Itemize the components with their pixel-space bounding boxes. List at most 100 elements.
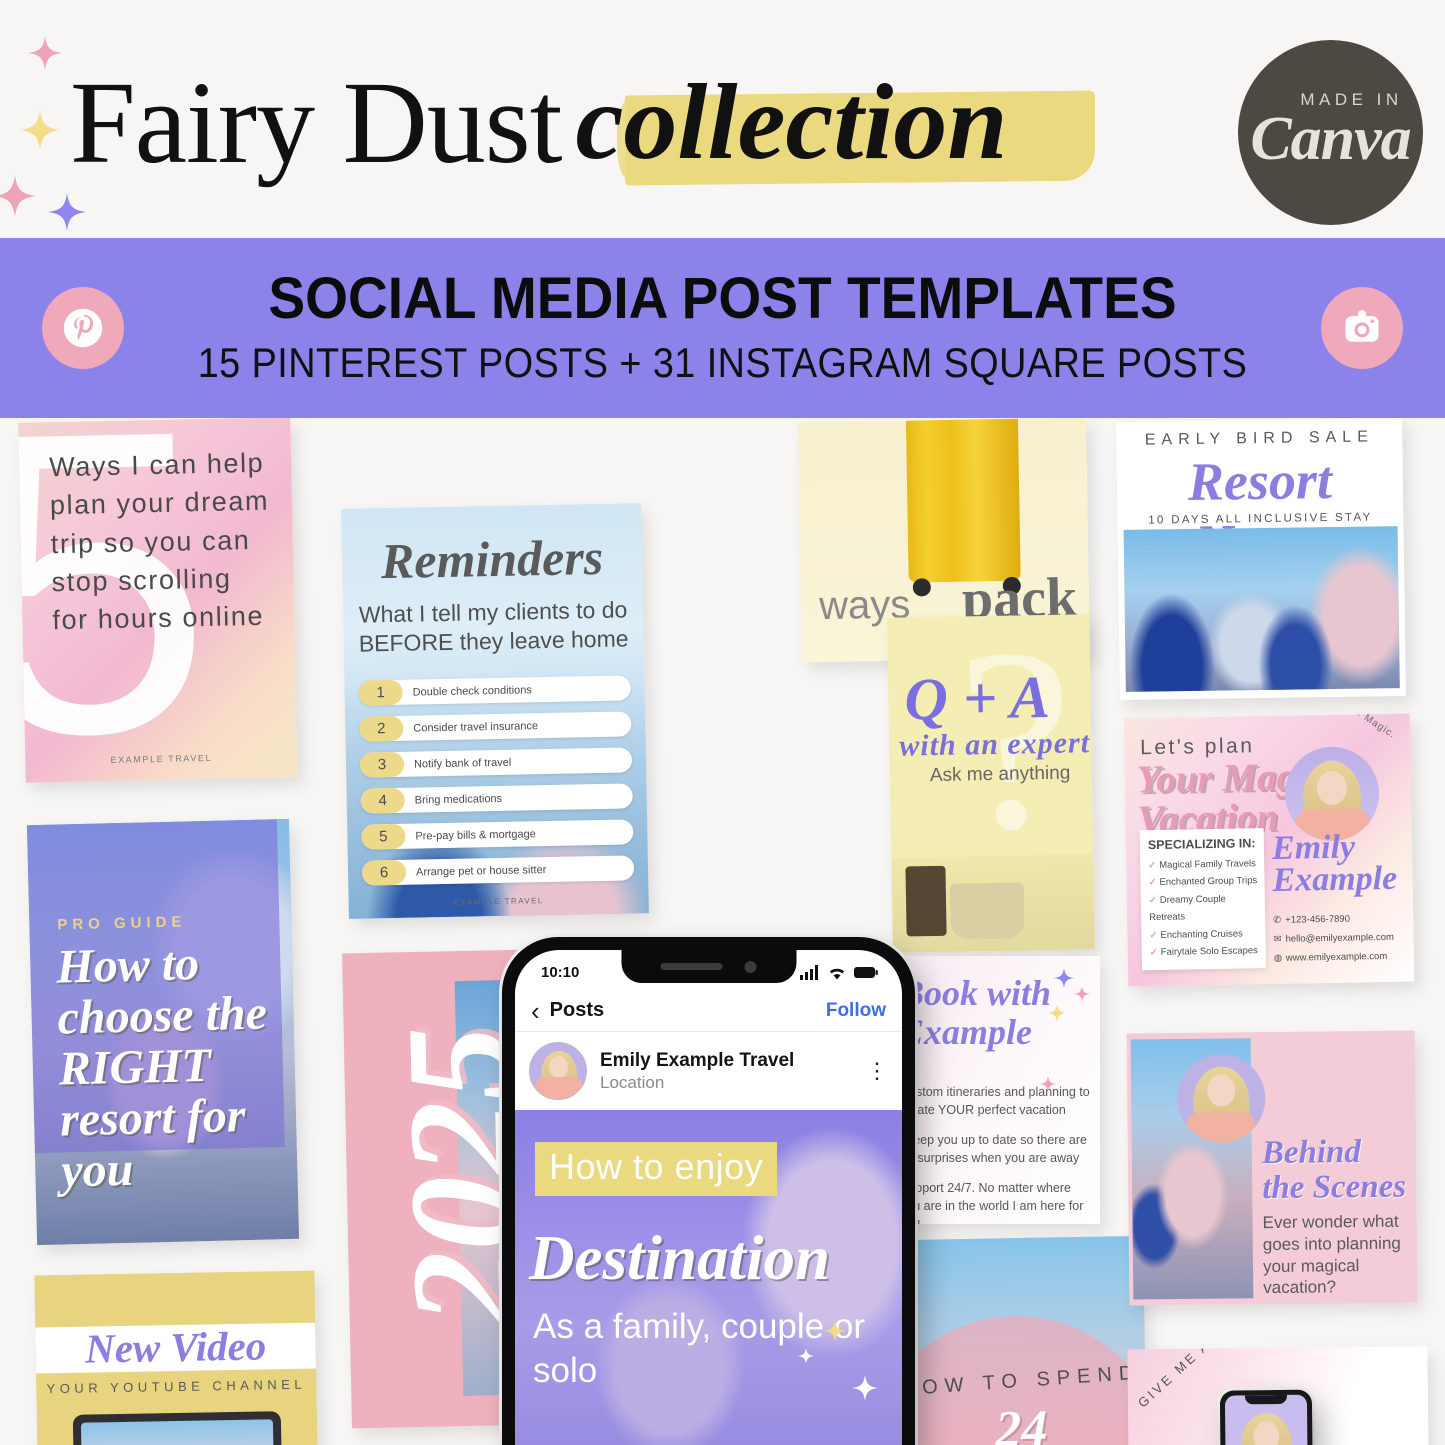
- item-number: 3: [359, 751, 405, 778]
- magical-contact: ✆ +123-456-7890 ✉ hello@emilyexample.com ◍…: [1273, 909, 1394, 968]
- template-card-24-hours[interactable]: HOW TO SPEND 24 HOURS: [893, 1235, 1147, 1445]
- specializing-list: SPECIALIZING IN: ✓ Magical Family Travels…: [1139, 827, 1267, 971]
- check-icon: ✓: [1149, 929, 1158, 941]
- post-location[interactable]: Location: [600, 1073, 794, 1093]
- made-in-canva-badge: MADE IN Canva: [1238, 40, 1423, 225]
- item-text: Bring medications: [414, 792, 503, 807]
- more-options-icon[interactable]: ⋮: [866, 1060, 888, 1082]
- sparkle-yellow-icon: [1048, 1004, 1066, 1022]
- template-card-behind-scenes[interactable]: Behind the Scenes Ever wonder what goes …: [1126, 1030, 1418, 1306]
- item-number: 1: [358, 679, 403, 706]
- template-card-qa[interactable]: ? Q + A with an expert Ask me anything: [887, 614, 1095, 953]
- template-card-magical-vacation[interactable]: Let's plan Your Magical Vacation Dream. …: [1123, 713, 1415, 987]
- template-card-five-ways[interactable]: 5 Ways I can help plan your dream trip s…: [18, 418, 298, 783]
- template-card-give-call[interactable]: GIVE ME A CALL: [1127, 1346, 1429, 1445]
- sparkle-purple-icon: [1054, 968, 1074, 988]
- item-number: 4: [360, 787, 405, 814]
- coffee-photo: [891, 854, 1095, 953]
- template-card-new-video[interactable]: New Video YOUR YOUTUBE CHANNEL: [34, 1270, 318, 1445]
- laptop-mockup: [72, 1411, 283, 1445]
- book-with-line1: Book with: [900, 973, 1052, 1013]
- sparkle-yellow-icon: [824, 1320, 846, 1342]
- sparkle-pink-icon: [1074, 986, 1090, 1002]
- coffee-mug: [949, 882, 1025, 940]
- phone-mockup-small: [1219, 1389, 1314, 1445]
- post-navbar: ‹ Posts Follow: [515, 990, 902, 1032]
- phone-notch: [621, 950, 796, 983]
- list-item: 6 Arrange pet or house sitter: [361, 855, 635, 886]
- post-image: How to enjoy Destination As a family, co…: [515, 1110, 902, 1445]
- contact-phone: +123-456-7890: [1285, 913, 1351, 926]
- follow-button[interactable]: Follow: [826, 1000, 886, 1022]
- page-title: Posts: [549, 999, 605, 1021]
- post-subtitle-text: As a family, couple or solo: [533, 1307, 865, 1390]
- reminders-title: Reminders: [380, 528, 604, 590]
- sparkle-pink-2-icon: [0, 175, 36, 217]
- avatar: [1284, 746, 1380, 842]
- sparkle-pink-2-icon: [1040, 1076, 1056, 1092]
- behind-scenes-title: Behind the Scenes: [1261, 1134, 1407, 1206]
- phone-icon: ✆: [1273, 914, 1282, 926]
- check-icon: ✓: [1148, 859, 1157, 871]
- qa-subtitle: with an expert: [899, 726, 1091, 763]
- page-header: Fairy Dust collection MADE IN Canva: [0, 0, 1445, 238]
- item-text: Notify bank of travel: [413, 756, 512, 771]
- item-number: 5: [361, 823, 406, 850]
- resort-castle-photo: [1123, 526, 1400, 692]
- avatar: [1176, 1054, 1266, 1143]
- resort-eyebrow: EARLY BIRD SALE: [1144, 428, 1374, 449]
- template-card-resort[interactable]: EARLY BIRD SALE Resort Name 10 DAYS ALL …: [1116, 418, 1406, 700]
- magical-agent-name: Emily Example: [1271, 828, 1398, 900]
- sparkle-yellow-icon: [20, 110, 60, 150]
- item-number: 2: [359, 715, 404, 742]
- book-with-title: Book with Example: [900, 974, 1051, 1052]
- status-time: 10:10: [541, 963, 580, 981]
- coffee-glass: [905, 865, 947, 937]
- reminders-list: 1 Double check conditions 2 Consider trave…: [358, 675, 635, 896]
- sparkle-purple-icon: [48, 193, 86, 231]
- back-button[interactable]: ‹: [531, 998, 540, 1024]
- phone-screen: 10:10 ‹ Posts Follow Emily Example Trave…: [515, 950, 902, 1445]
- five-ways-text: Ways I can help plan your dream trip so …: [48, 447, 270, 636]
- check-icon: ✓: [1148, 894, 1157, 906]
- contact-email: hello@emilyexample.com: [1285, 931, 1395, 945]
- post-author-name[interactable]: Emily Example Travel: [600, 1050, 794, 1072]
- title-fairy-dust: Fairy Dust: [70, 57, 562, 188]
- front-camera-icon: [744, 960, 757, 973]
- list-item: 4 Bring medications: [360, 783, 633, 814]
- list-item: 1 Double check conditions: [358, 675, 631, 706]
- list-item: 2 Consider travel insurance: [359, 711, 632, 742]
- spec-item: ✓ Fairytale Solo Escapes: [1149, 945, 1259, 959]
- new-video-subtitle: YOUR YOUTUBE CHANNEL: [46, 1376, 307, 1397]
- speaker-grille-icon: [660, 963, 723, 970]
- qa-title: Q + A: [903, 663, 1051, 733]
- spec-item: ✓ Enchanted Group Trips: [1148, 875, 1258, 889]
- battery-icon: [854, 966, 878, 978]
- contact-website: www.emilyexample.com: [1285, 950, 1388, 964]
- post-highlight-text: How to enjoy: [535, 1142, 778, 1196]
- template-card-reminders[interactable]: Reminders What I tell my clients to do B…: [341, 503, 649, 919]
- canva-wordmark: Canva: [1250, 105, 1411, 173]
- magical-tagline: Dream. Plan. Magic.: [1300, 714, 1398, 741]
- item-text: Consider travel insurance: [413, 719, 539, 735]
- signal-icon: [800, 964, 818, 980]
- sparkle-white-2-icon: [798, 1348, 814, 1364]
- title-collection: collection: [575, 63, 1008, 182]
- collection-title: Fairy Dust collection: [70, 48, 1230, 198]
- 24-hours-number: 24: [994, 1400, 1048, 1445]
- book-with-p3: Support 24/7. No matter where you are in…: [900, 1181, 1084, 1224]
- template-card-pro-guide[interactable]: PRO GUIDE How to choose the RIGHT resort…: [26, 818, 300, 1246]
- pro-guide-eyebrow: PRO GUIDE: [57, 913, 187, 934]
- avatar[interactable]: [529, 1042, 587, 1100]
- item-number: 6: [361, 859, 407, 886]
- mail-icon: ✉: [1273, 933, 1282, 945]
- item-text: Arrange pet or house sitter: [415, 863, 547, 879]
- instagram-badge[interactable]: [1321, 287, 1403, 369]
- book-with-line2: Example: [900, 1011, 1032, 1052]
- check-icon: ✓: [1149, 947, 1158, 959]
- spec-item: ✓ Dreamy Couple Retreats: [1148, 893, 1226, 924]
- templates-board: 5 Ways I can help plan your dream trip s…: [0, 418, 1445, 1445]
- phone-mockup: 10:10 ‹ Posts Follow Emily Example Trave…: [502, 937, 915, 1445]
- book-with-body: Custom itineraries and planning to creat…: [900, 1084, 1092, 1224]
- template-card-book-with[interactable]: Book with Example Custom itineraries and…: [890, 956, 1100, 1224]
